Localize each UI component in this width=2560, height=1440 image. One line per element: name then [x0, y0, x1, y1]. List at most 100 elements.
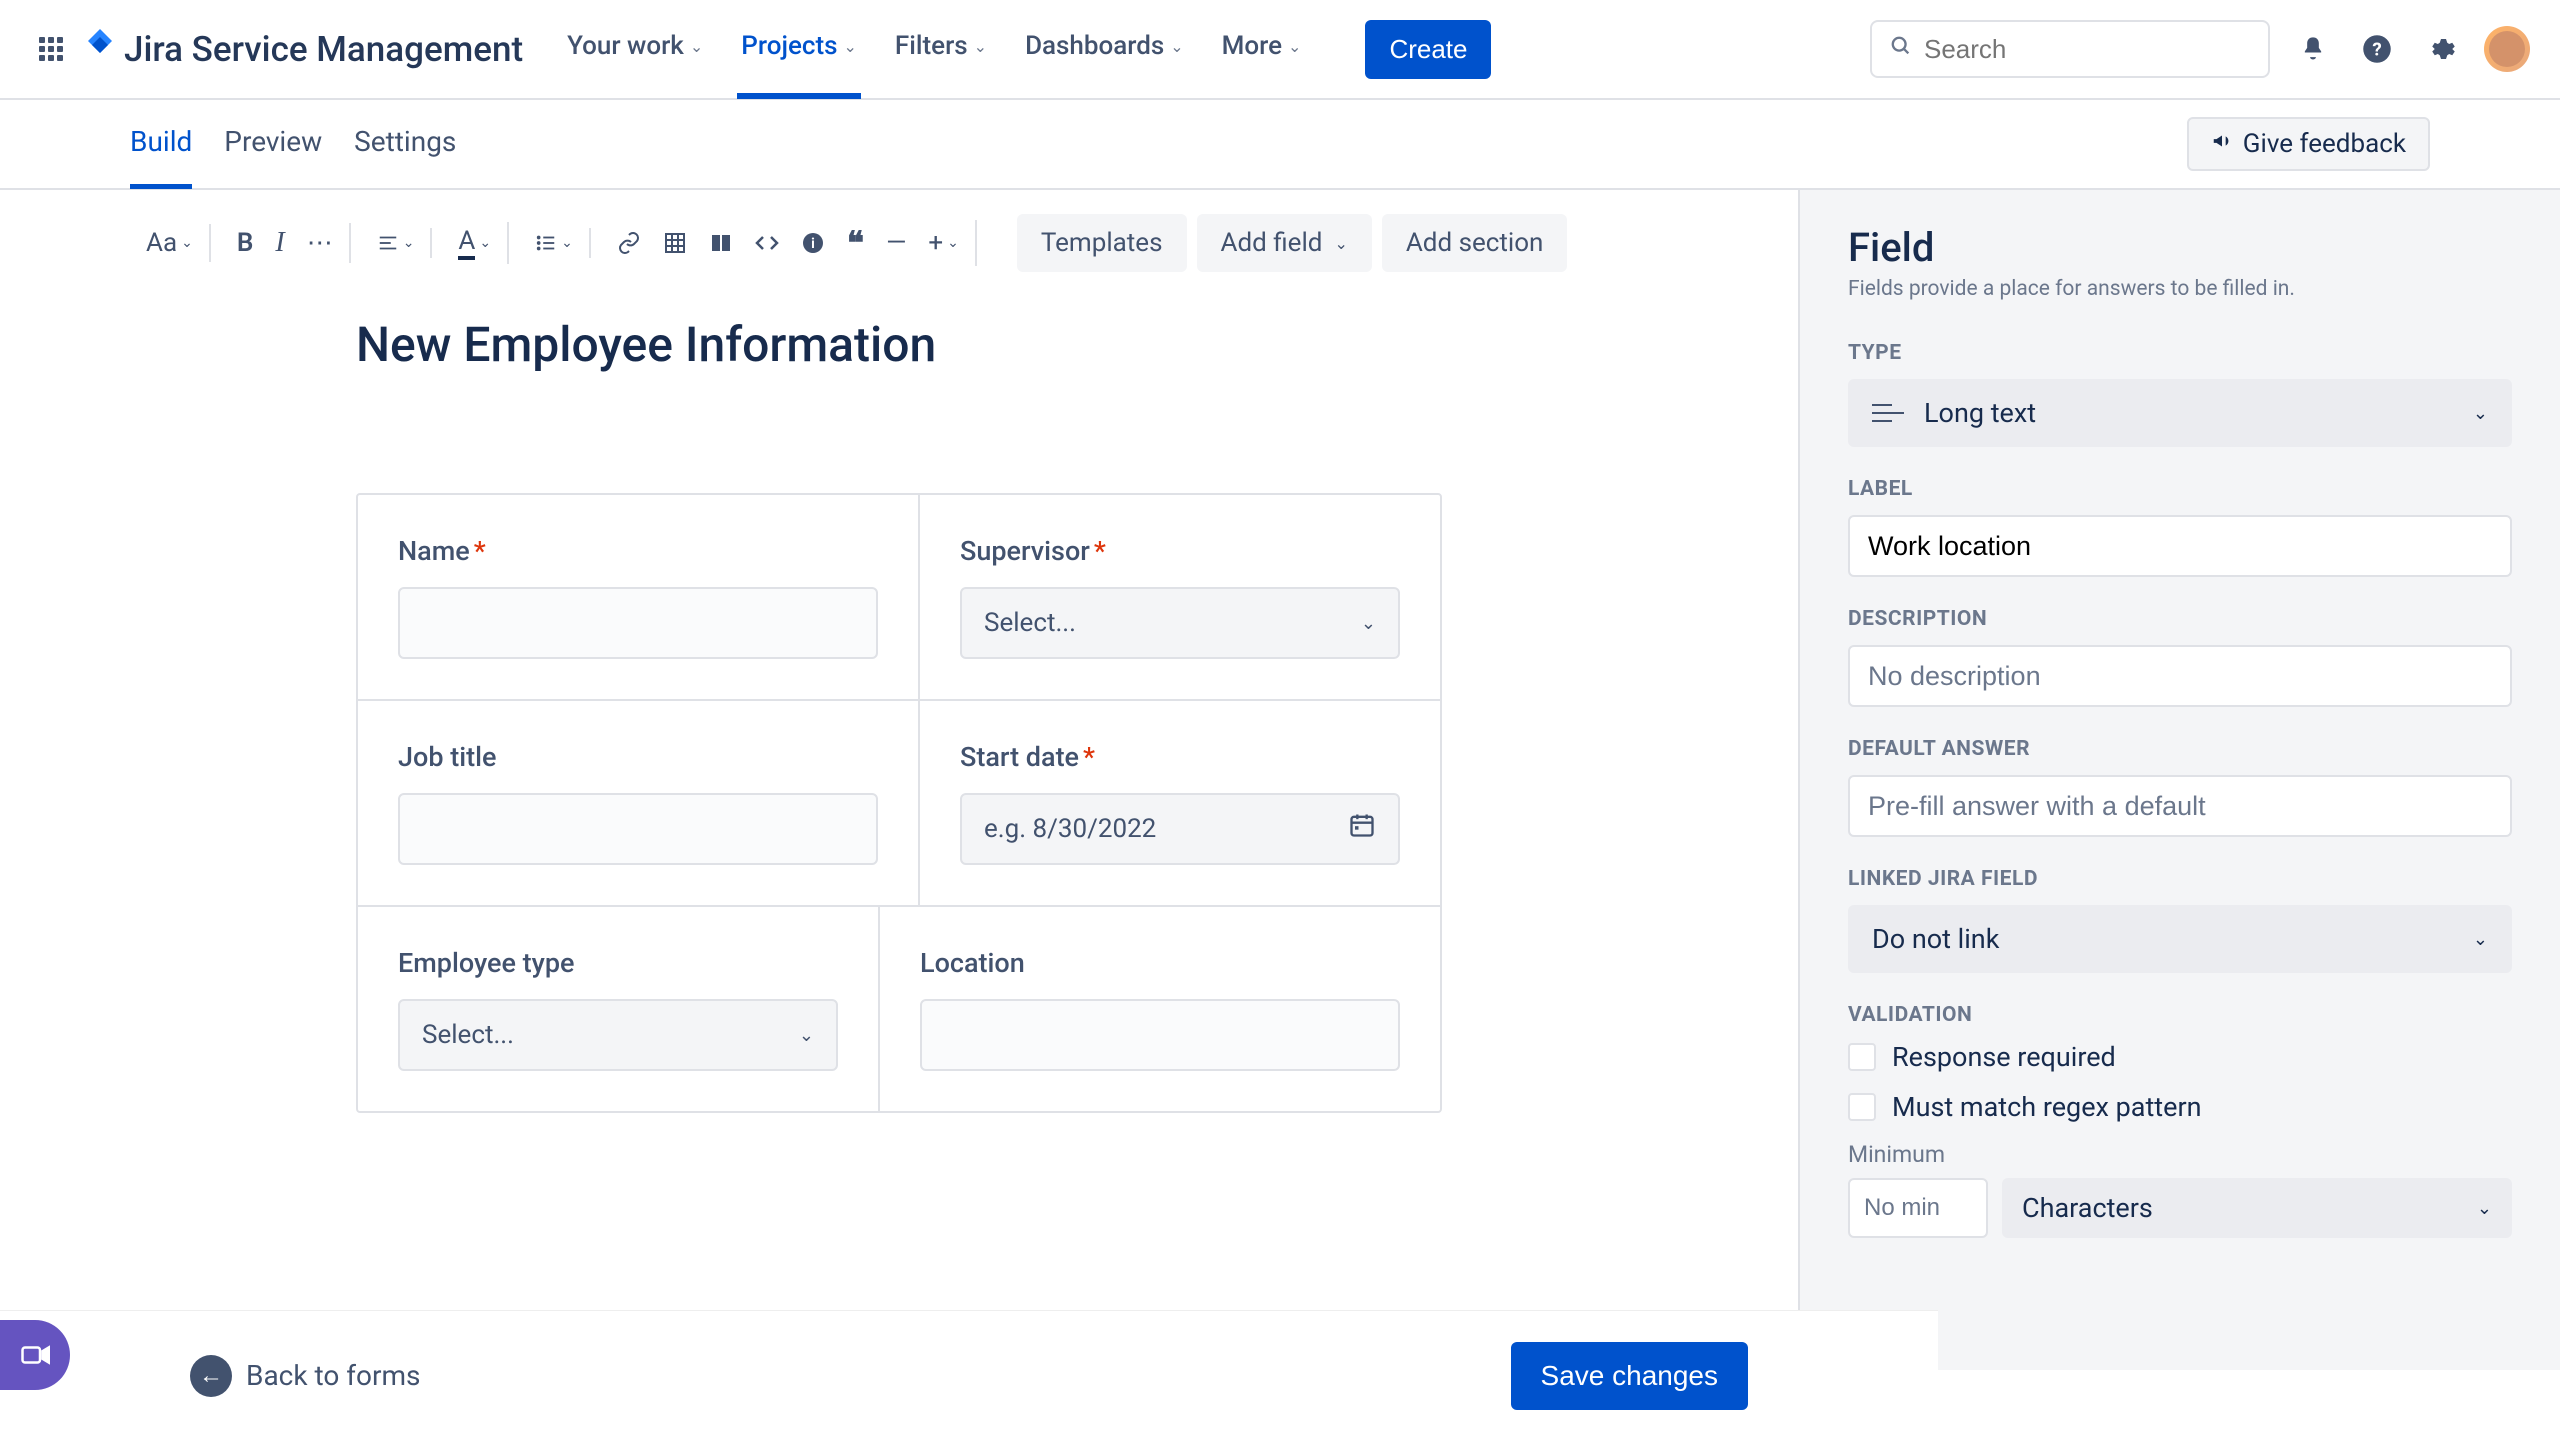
bold-button[interactable]: B: [233, 224, 258, 262]
add-section-button[interactable]: Add section: [1382, 214, 1568, 272]
name-input[interactable]: [398, 587, 878, 659]
chevron-down-icon: ⌄: [2473, 403, 2488, 424]
global-search[interactable]: [1870, 20, 2270, 78]
minimum-unit-select[interactable]: Characters ⌄: [2002, 1178, 2512, 1238]
field-label-input[interactable]: [1848, 515, 2512, 577]
nav-right: ?: [1870, 20, 2530, 78]
field-description-input[interactable]: [1848, 645, 2512, 707]
response-required-label: Response required: [1892, 1041, 2116, 1073]
info-button[interactable]: i: [797, 227, 829, 259]
add-field-dropdown[interactable]: Add field⌄: [1197, 214, 1372, 272]
editor-pane: Aa⌄ B I ⋯ ⌄ A⌄ ⌄: [0, 190, 1800, 1370]
form-cell[interactable]: Employee type Select... ⌄: [358, 907, 880, 1111]
create-button[interactable]: Create: [1365, 20, 1491, 79]
tab-settings[interactable]: Settings: [354, 99, 456, 189]
start-date-input[interactable]: e.g. 8/30/2022: [960, 793, 1400, 865]
form-cell[interactable]: Location: [880, 907, 1440, 1111]
nav-projects[interactable]: Projects⌄: [737, 0, 861, 99]
required-indicator: *: [1094, 535, 1106, 567]
minimum-row: Characters ⌄: [1848, 1178, 2512, 1238]
form-title[interactable]: New Employee Information: [0, 316, 1798, 373]
employee-type-select[interactable]: Select... ⌄: [398, 999, 838, 1071]
nav-filters[interactable]: Filters⌄: [891, 0, 991, 99]
form-cell[interactable]: Supervisor* Select... ⌄: [920, 495, 1440, 699]
response-required-checkbox[interactable]: [1848, 1043, 1876, 1071]
chevron-down-icon: ⌄: [974, 37, 987, 56]
settings-icon[interactable]: [2420, 28, 2462, 70]
give-feedback-button[interactable]: Give feedback: [2187, 117, 2430, 171]
video-help-fab[interactable]: [0, 1320, 70, 1390]
required-indicator: *: [474, 535, 486, 567]
app-switcher-icon[interactable]: [30, 28, 72, 70]
builder-tabs: Build Preview Settings Give feedback: [0, 100, 2560, 190]
chevron-down-icon: ⌄: [844, 37, 857, 56]
panel-description: Fields provide a place for answers to be…: [1848, 277, 2512, 301]
templates-button[interactable]: Templates: [1017, 214, 1187, 272]
default-answer-input[interactable]: [1848, 775, 2512, 837]
back-arrow-icon: ←: [190, 1355, 232, 1397]
form-row: Employee type Select... ⌄ Location: [358, 907, 1440, 1111]
job-title-input[interactable]: [398, 793, 878, 865]
back-to-forms-link[interactable]: ← Back to forms: [190, 1355, 420, 1397]
form-layout-table: Name* Supervisor* Select... ⌄ Job title: [356, 493, 1442, 1113]
text-color-dropdown[interactable]: A⌄: [454, 222, 495, 264]
validation-section-label: VALIDATION: [1848, 1003, 2512, 1027]
divider-button[interactable]: —: [882, 224, 910, 262]
text-style-dropdown[interactable]: Aa⌄: [142, 224, 197, 262]
link-button[interactable]: [613, 227, 645, 259]
form-cell[interactable]: Start date* e.g. 8/30/2022: [920, 701, 1440, 905]
minimum-value-input[interactable]: [1848, 1178, 1988, 1238]
chevron-down-icon: ⌄: [2477, 1198, 2492, 1219]
product-name: Jira Service Management: [124, 29, 523, 70]
layout-button[interactable]: [705, 227, 737, 259]
form-cell[interactable]: Name*: [358, 495, 920, 699]
svg-text:i: i: [811, 236, 815, 252]
italic-button[interactable]: I: [271, 223, 288, 263]
field-label-employee-type: Employee type: [398, 947, 838, 979]
more-formatting-button[interactable]: ⋯: [303, 224, 337, 262]
supervisor-select[interactable]: Select... ⌄: [960, 587, 1400, 659]
search-icon: [1890, 35, 1912, 63]
long-text-icon: [1872, 412, 1904, 414]
chevron-down-icon: ⌄: [690, 37, 703, 56]
chevron-down-icon: ⌄: [1361, 613, 1376, 634]
code-button[interactable]: [751, 227, 783, 259]
svg-text:?: ?: [2372, 38, 2381, 60]
search-input[interactable]: [1924, 34, 2250, 65]
nav-more[interactable]: More⌄: [1218, 0, 1306, 99]
regex-label: Must match regex pattern: [1892, 1091, 2202, 1123]
tab-preview[interactable]: Preview: [224, 99, 322, 189]
chevron-down-icon: ⌄: [1288, 37, 1301, 56]
field-label-job-title: Job title: [398, 741, 878, 773]
linked-jira-field-select[interactable]: Do not link ⌄: [1848, 905, 2512, 973]
product-logo[interactable]: Jira Service Management: [84, 29, 523, 70]
form-row: Job title Start date* e.g. 8/30/2022: [358, 701, 1440, 907]
field-label-location: Location: [920, 947, 1400, 979]
required-checkbox-row: Response required: [1848, 1041, 2512, 1073]
tab-build[interactable]: Build: [130, 99, 192, 189]
insert-dropdown[interactable]: +⌄: [924, 224, 963, 262]
field-label-supervisor: Supervisor*: [960, 535, 1400, 567]
user-avatar[interactable]: [2484, 26, 2530, 72]
linked-section-label: LINKED JIRA FIELD: [1848, 867, 2512, 891]
quote-button[interactable]: ❝: [843, 220, 868, 266]
chevron-down-icon: ⌄: [2473, 929, 2488, 950]
align-dropdown[interactable]: ⌄: [373, 228, 419, 258]
nav-your-work[interactable]: Your work⌄: [563, 0, 707, 99]
field-label-start-date: Start date*: [960, 741, 1400, 773]
field-label-name: Name*: [398, 535, 878, 567]
required-indicator: *: [1083, 741, 1095, 773]
bottom-bar: ← Back to forms Save changes: [0, 1310, 1938, 1440]
editor-toolbar: Aa⌄ B I ⋯ ⌄ A⌄ ⌄: [0, 190, 1798, 296]
list-dropdown[interactable]: ⌄: [531, 228, 577, 258]
table-button[interactable]: [659, 227, 691, 259]
field-type-select[interactable]: Long text ⌄: [1848, 379, 2512, 447]
form-cell[interactable]: Job title: [358, 701, 920, 905]
save-changes-button[interactable]: Save changes: [1511, 1342, 1748, 1410]
location-input[interactable]: [920, 999, 1400, 1071]
help-icon[interactable]: ?: [2356, 28, 2398, 70]
regex-checkbox[interactable]: [1848, 1093, 1876, 1121]
notifications-icon[interactable]: [2292, 28, 2334, 70]
nav-dashboards[interactable]: Dashboards⌄: [1021, 0, 1188, 99]
minimum-label: Minimum: [1848, 1141, 2512, 1168]
